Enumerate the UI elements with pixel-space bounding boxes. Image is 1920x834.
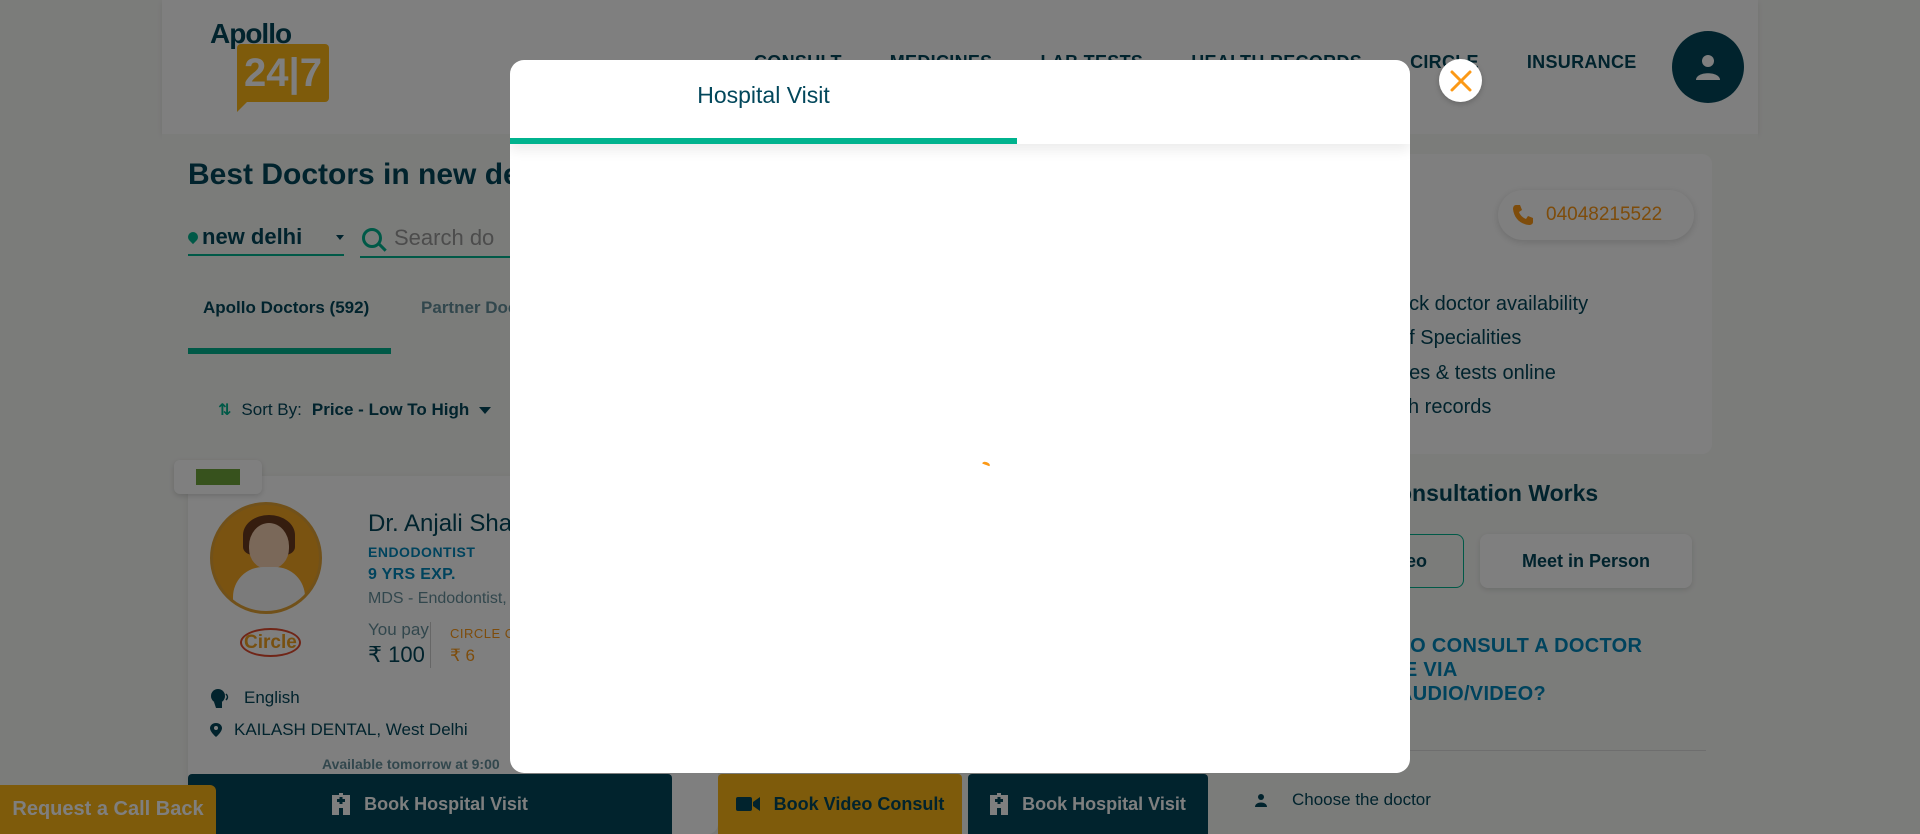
tab-hospital-visit[interactable]: Hospital Visit: [510, 60, 1017, 144]
close-icon: [1450, 70, 1471, 91]
hospital-visit-modal: Hospital Visit: [510, 60, 1410, 773]
close-button[interactable]: [1439, 59, 1482, 102]
modal-header: Hospital Visit: [510, 60, 1410, 144]
loading-spinner: [981, 460, 991, 469]
